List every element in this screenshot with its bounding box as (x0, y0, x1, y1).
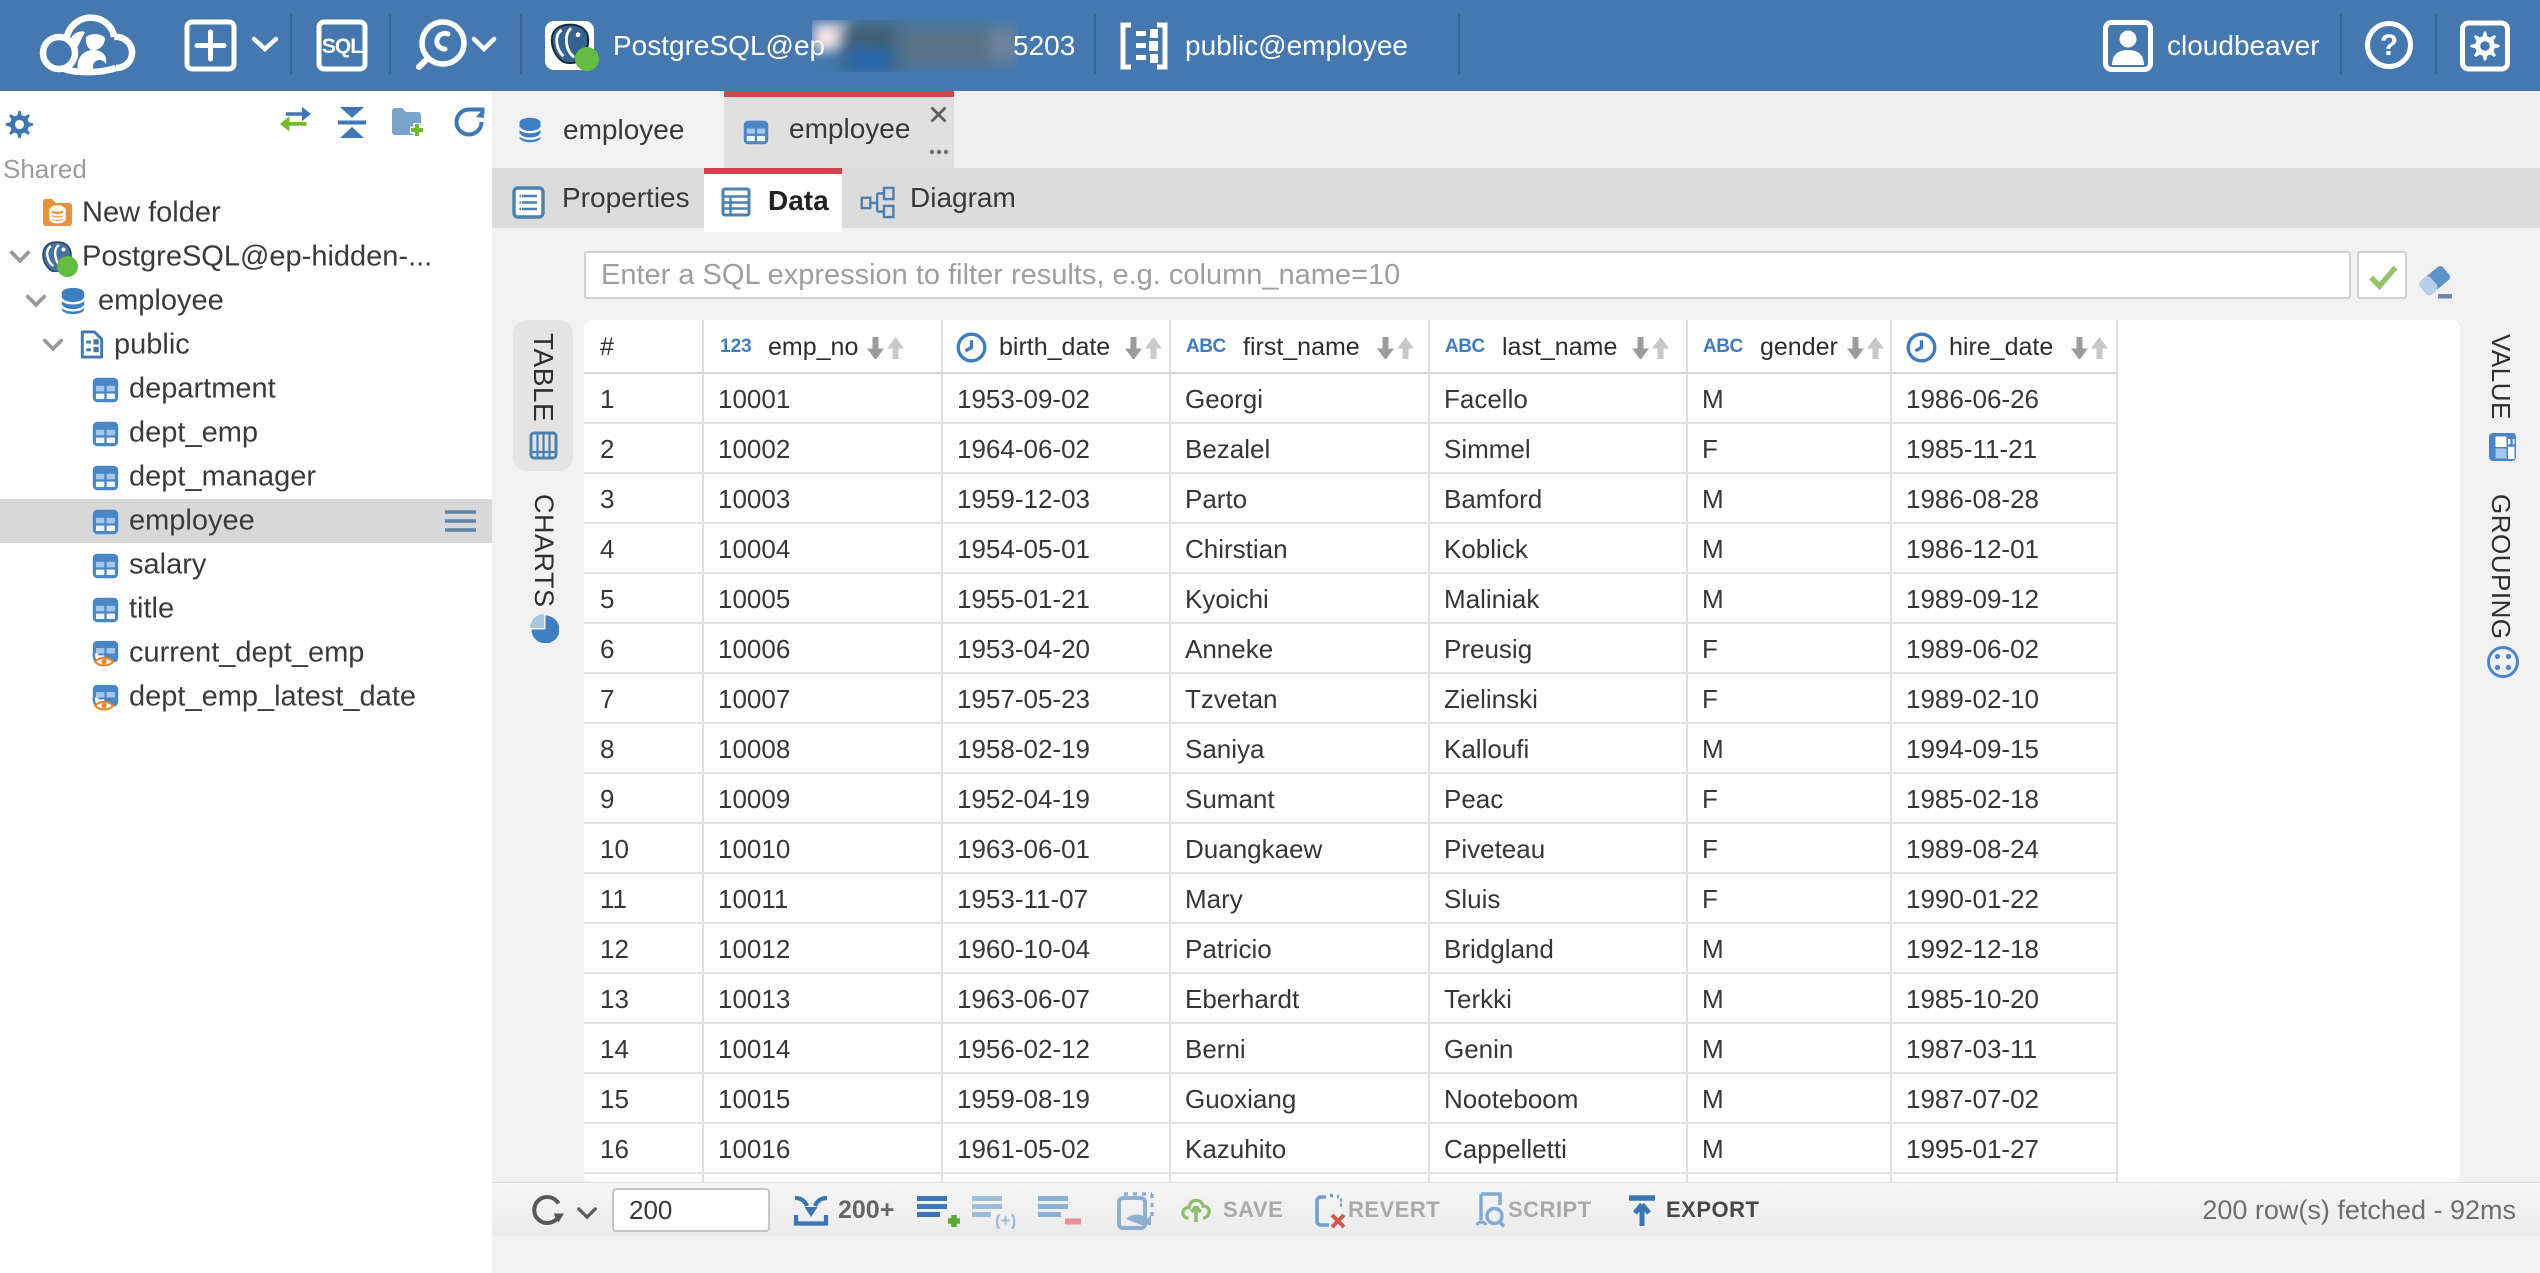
svg-text:?: ? (2380, 29, 2398, 62)
svg-text:SQL: SQL (322, 35, 363, 58)
svg-text:(+): (+) (995, 1211, 1016, 1229)
